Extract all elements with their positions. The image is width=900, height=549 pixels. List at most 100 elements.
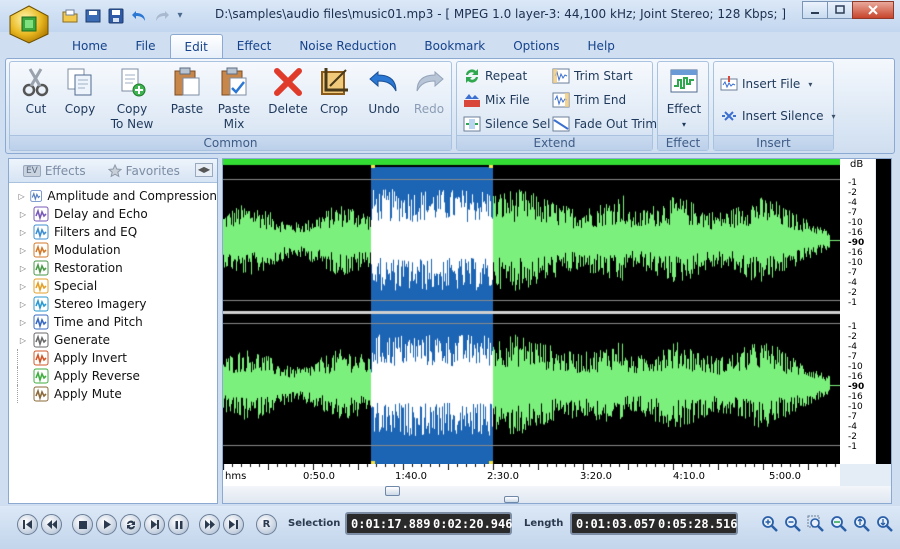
- undo-button[interactable]: Undo: [362, 66, 406, 136]
- group-insert: Insert File ▾ Insert Silence ▾ Insert: [713, 61, 836, 151]
- tree-item-label: Apply Mute: [54, 387, 122, 401]
- maximize-button[interactable]: [827, 1, 853, 19]
- tree-item[interactable]: ▷ Delay and Echo: [9, 205, 217, 223]
- expand-arrow-icon[interactable]: ▷: [17, 192, 26, 201]
- zoom-in-button[interactable]: [760, 514, 780, 534]
- close-button[interactable]: [852, 1, 894, 19]
- app-window: ▾ D:\samples\audio files\music01.mp3 - […: [0, 0, 900, 549]
- rewind-button[interactable]: [41, 514, 62, 535]
- zoom-in-vertical-button[interactable]: [852, 514, 872, 534]
- undo-icon[interactable]: [129, 6, 149, 26]
- zoom-selection-button[interactable]: [806, 514, 826, 534]
- expand-arrow-icon[interactable]: ▷: [17, 318, 29, 327]
- copy-label: Copy: [64, 102, 96, 116]
- redo-icon[interactable]: [152, 6, 172, 26]
- tab-favorites-label: Favorites: [125, 163, 180, 178]
- tree-item-label: Special: [54, 279, 98, 293]
- minimize-button[interactable]: [802, 1, 828, 19]
- go-start-button[interactable]: [17, 514, 38, 535]
- effect-dropdown-button[interactable]: Effect ▾: [662, 66, 706, 136]
- record-button[interactable]: R: [256, 514, 277, 535]
- tab-file[interactable]: File: [121, 34, 169, 58]
- expand-arrow-icon[interactable]: ▷: [17, 210, 29, 219]
- mix-file-button[interactable]: Mix File: [463, 90, 530, 110]
- effects-tab-icon: EV: [23, 164, 41, 177]
- vertical-scrollbar[interactable]: [876, 159, 891, 464]
- tab-help[interactable]: Help: [574, 34, 629, 58]
- insert-file-button[interactable]: Insert File ▾: [720, 74, 812, 94]
- db-tick-label: -90: [848, 382, 865, 392]
- waveform-canvas[interactable]: [223, 159, 840, 464]
- position-scroll-thumb[interactable]: [504, 496, 519, 503]
- tree-item-label: Apply Invert: [54, 351, 127, 365]
- save-all-icon[interactable]: [83, 6, 103, 26]
- db-tick-label: -16: [848, 248, 863, 258]
- trim-end-button[interactable]: Trim End: [552, 90, 626, 110]
- open-icon[interactable]: [60, 6, 80, 26]
- pause-icon: [175, 520, 182, 529]
- tree-item[interactable]: ▷ Special: [9, 277, 217, 295]
- horizontal-scroll-area[interactable]: [223, 486, 891, 503]
- tree-item[interactable]: Apply Reverse: [9, 367, 217, 385]
- play-selection-button[interactable]: [144, 514, 165, 535]
- tree-item[interactable]: ▷ Stereo Imagery: [9, 295, 217, 313]
- tab-options[interactable]: Options: [499, 34, 573, 58]
- tab-favorites[interactable]: Favorites: [107, 163, 180, 178]
- tab-edit[interactable]: Edit: [169, 34, 223, 59]
- play-button[interactable]: [96, 514, 117, 535]
- panel-scroll-arrows-icon[interactable]: ◀▶: [195, 163, 213, 177]
- paste-mix-button[interactable]: Paste Mix: [212, 66, 256, 136]
- stop-button[interactable]: [72, 514, 93, 535]
- tab-effect[interactable]: Effect: [223, 34, 286, 58]
- db-tick-label: -4: [848, 342, 857, 352]
- fast-forward-button[interactable]: [199, 514, 220, 535]
- pause-button[interactable]: [168, 514, 189, 535]
- expand-arrow-icon[interactable]: ▷: [17, 228, 29, 237]
- paste-mix-label-1: Paste: [217, 102, 251, 116]
- zoom-full-button[interactable]: [829, 514, 849, 534]
- expand-arrow-icon[interactable]: ▷: [17, 282, 29, 291]
- delete-button[interactable]: Delete: [266, 66, 310, 136]
- insert-silence-button[interactable]: Insert Silence ▾: [720, 106, 836, 126]
- db-tick-label: -2: [848, 432, 857, 442]
- silence-sel-button[interactable]: Silence Sel: [463, 114, 550, 134]
- tab-effects[interactable]: EV Effects: [23, 164, 86, 178]
- save-icon[interactable]: [106, 6, 126, 26]
- delay-icon: [33, 206, 49, 222]
- special-icon: [33, 278, 49, 294]
- tree-item[interactable]: ▷ Filters and EQ: [9, 223, 217, 241]
- crop-button[interactable]: Crop: [312, 66, 356, 136]
- trim-start-button[interactable]: Trim Start: [552, 66, 633, 86]
- quick-access-more-icon[interactable]: ▾: [175, 6, 185, 26]
- zoom-out-vertical-button[interactable]: [875, 514, 895, 534]
- tree-item[interactable]: ▷ Amplitude and Compression: [9, 187, 217, 205]
- tab-home[interactable]: Home: [58, 34, 121, 58]
- go-end-button[interactable]: [223, 514, 244, 535]
- expand-arrow-icon[interactable]: ▷: [17, 336, 29, 345]
- expand-arrow-icon[interactable]: ▷: [17, 246, 29, 255]
- tree-item[interactable]: ▷ Restoration: [9, 259, 217, 277]
- mute-icon: [33, 386, 49, 402]
- tree-item[interactable]: ▷ Time and Pitch: [9, 313, 217, 331]
- cut-button[interactable]: Cut: [14, 66, 58, 136]
- group-extend: Repeat Mix File Silence Sel Trim Start T…: [456, 61, 657, 151]
- redo-button[interactable]: Redo: [407, 66, 451, 136]
- zoom-out-button[interactable]: [783, 514, 803, 534]
- expand-arrow-icon[interactable]: ▷: [17, 264, 29, 273]
- fade-out-trim-button[interactable]: Fade Out Trim: [552, 114, 657, 134]
- copy-to-new-button[interactable]: Copy To New: [106, 66, 158, 136]
- tab-bookmark[interactable]: Bookmark: [410, 34, 499, 58]
- tab-noise-reduction[interactable]: Noise Reduction: [285, 34, 410, 58]
- app-menu-orb-icon[interactable]: [6, 4, 52, 44]
- copy-button[interactable]: Copy: [58, 66, 102, 136]
- tree-item[interactable]: Apply Mute: [9, 385, 217, 403]
- expand-arrow-icon[interactable]: ▷: [17, 300, 29, 309]
- tree-item[interactable]: ▷ Generate: [9, 331, 217, 349]
- zoom-scroll-thumb[interactable]: [385, 486, 400, 496]
- waveform-view[interactable]: dB -1 -2 -4 -7 -10 -16 -90 -16 -10 -7 -4 -2 -1 -1 -2 -4…: [222, 158, 892, 504]
- loop-button[interactable]: [120, 514, 141, 535]
- tree-item[interactable]: Apply Invert: [9, 349, 217, 367]
- tree-item[interactable]: ▷ Modulation: [9, 241, 217, 259]
- repeat-button[interactable]: Repeat: [463, 66, 527, 86]
- paste-button[interactable]: Paste: [165, 66, 209, 136]
